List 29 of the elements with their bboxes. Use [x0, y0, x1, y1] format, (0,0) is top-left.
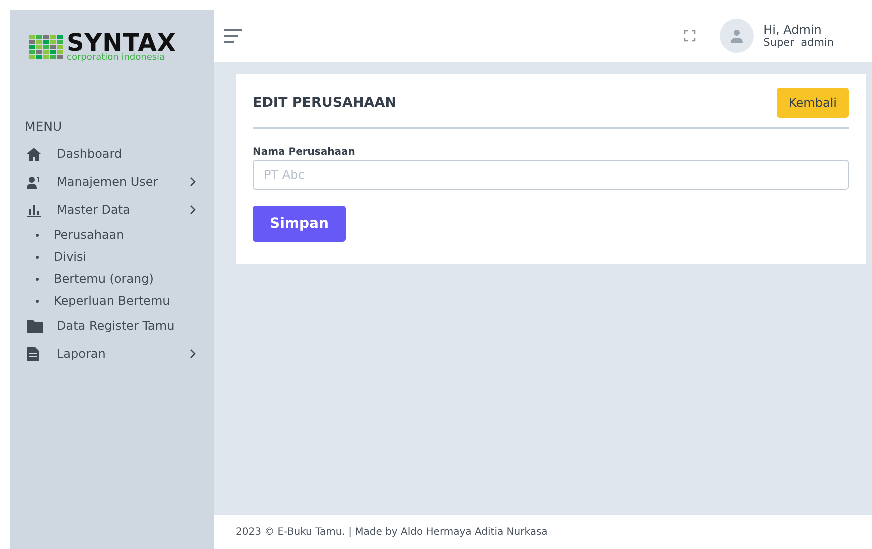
fullscreen-icon[interactable]	[684, 30, 696, 42]
user-greeting: Hi, Admin	[764, 22, 823, 36]
menu-heading: MENU	[24, 118, 64, 134]
avatar[interactable]	[720, 19, 754, 53]
save-button[interactable]: Simpan	[253, 206, 346, 242]
menu-item[interactable]: Manajemen User	[10, 168, 214, 196]
card-title: EDIT PERUSAHAAN	[253, 95, 396, 111]
folder-icon	[27, 320, 43, 332]
footer-text: 2023 © E-Buku Tamu. | Made by Aldo Hermaya Aditia Nurkasa	[236, 526, 548, 538]
back-button[interactable]: Kembali	[777, 88, 849, 118]
logo-icon	[29, 35, 63, 59]
submenu-item[interactable]: Bertemu (orang)	[54, 272, 154, 286]
bar-chart-icon	[27, 204, 41, 216]
menu-icon[interactable]	[224, 29, 242, 43]
home-icon	[27, 148, 41, 160]
menu-item[interactable]: Master Data	[10, 196, 214, 224]
input-field[interactable]: PT Abc	[253, 160, 849, 190]
users-icon	[27, 176, 41, 188]
menu-item[interactable]: Dashboard	[10, 140, 214, 168]
menu-item[interactable]: Data Register Tamu	[10, 312, 214, 340]
logo-name: SYNTAX	[67, 32, 176, 54]
submenu-item[interactable]: Perusahaan	[54, 228, 124, 242]
user-role: Super admin	[764, 36, 834, 50]
menu-item[interactable]: Laporan	[10, 340, 214, 368]
submenu-item[interactable]: Divisi	[54, 250, 87, 264]
field-label: Nama Perusahaan	[253, 147, 356, 158]
document-icon	[27, 347, 39, 361]
logo-tagline: corporation indonesia	[67, 54, 166, 62]
submenu-item[interactable]: Keperluan Bertemu	[54, 294, 170, 308]
